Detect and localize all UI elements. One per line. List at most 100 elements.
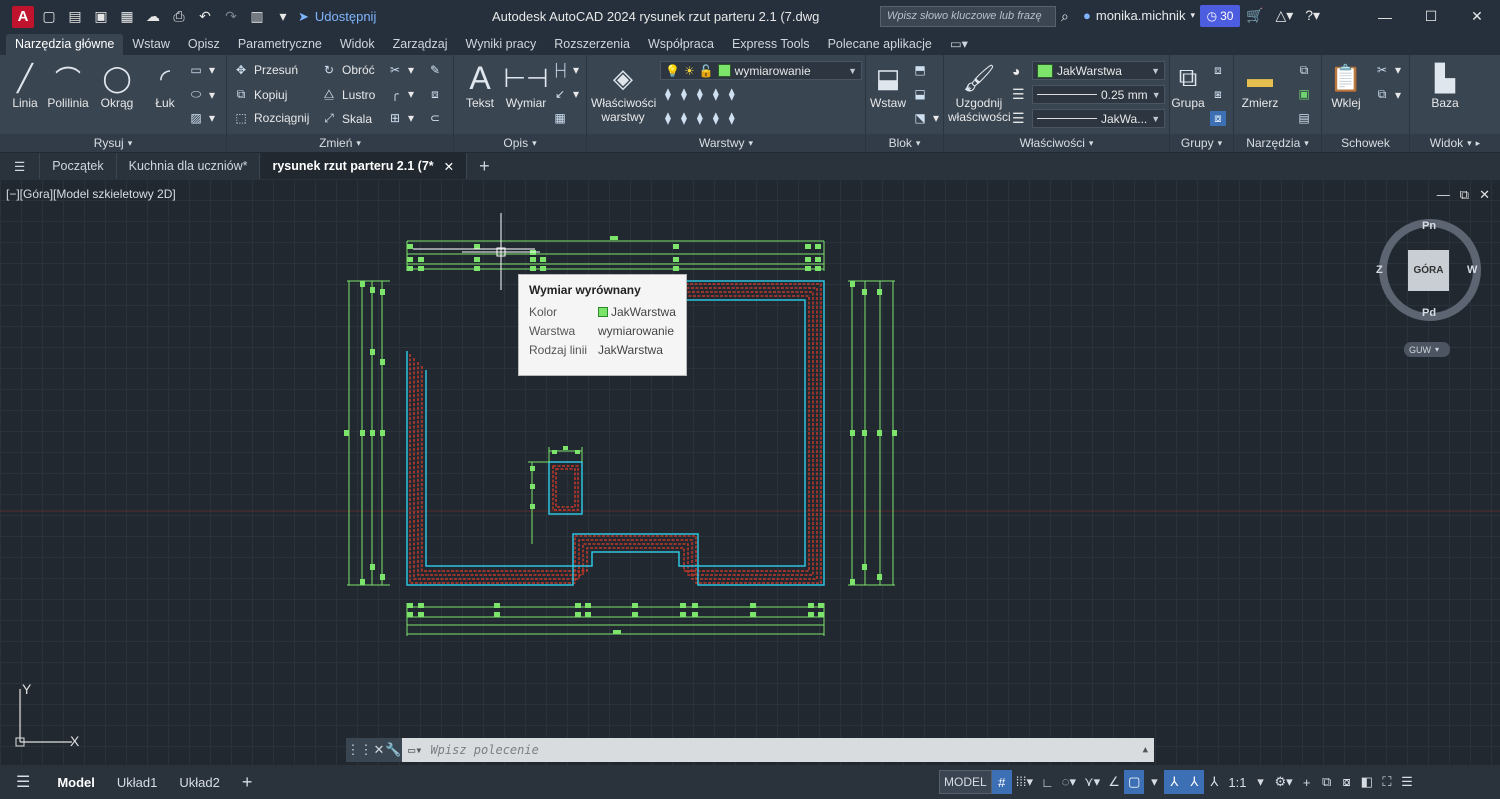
model-space-button[interactable]: MODEL	[939, 770, 992, 794]
new-tab-icon[interactable]: +	[467, 153, 502, 179]
grid-icon[interactable]: #	[991, 770, 1012, 794]
tab-wspolpraca[interactable]: Współpraca	[639, 34, 723, 55]
close-command-icon[interactable]: ✕	[373, 742, 384, 758]
layer-off-icon[interactable]: ⧫	[665, 87, 671, 101]
attribute-button[interactable]: ⬔ ▾	[912, 111, 939, 125]
drawing-canvas[interactable]: [−][Góra][Model szkieletowy 2D] — ⧉ ✕ Wy…	[0, 179, 1500, 765]
lustro-button[interactable]: ⧋ Lustro	[321, 87, 376, 102]
plot-icon[interactable]: ▥	[248, 8, 266, 26]
layer-on-icon[interactable]: ⧫	[665, 111, 671, 125]
layout-menu-icon[interactable]: ☰	[0, 772, 46, 792]
grip-handle-icon[interactable]: ⋮⋮	[346, 742, 372, 758]
doc-tab-rysunek[interactable]: rysunek rzut parteru 2.1 (7* ✕	[260, 153, 468, 179]
doc-tab-start[interactable]: Początek	[40, 153, 117, 179]
customize-wrench-icon[interactable]: 🔧	[385, 742, 401, 758]
uzgodnij-wlasciwosci-button[interactable]: 🖌 Uzgodnij właściwości	[948, 60, 1011, 125]
layer-match-icon[interactable]: ⧫	[729, 87, 735, 101]
share-button[interactable]: ➤ Udostępnij	[298, 9, 376, 25]
print-icon[interactable]: ⎙	[170, 8, 188, 26]
kopiuj-button[interactable]: ⧉ Kopiuj	[233, 87, 288, 102]
linear-dim-button[interactable]: ├┤ ▾	[552, 63, 579, 77]
minimize-button[interactable]: —	[1362, 0, 1408, 33]
close-button[interactable]: ✕	[1454, 0, 1500, 33]
cart-icon[interactable]: 🛒	[1246, 7, 1263, 24]
tab-rozszerzenia[interactable]: Rozszerzenia	[545, 34, 639, 55]
new-file-icon[interactable]: ▢	[40, 8, 58, 26]
panel-title-widok[interactable]: Widok ▾ ▸	[1410, 134, 1500, 152]
skala-button[interactable]: ⤢ Skala	[321, 111, 372, 126]
layout-tab-uklad2[interactable]: Układ2	[168, 775, 230, 790]
layer-unlock-icon[interactable]: ⧫	[713, 111, 719, 125]
undo-icon[interactable]: ↶	[196, 8, 214, 26]
tab-polecane-aplikacje[interactable]: Polecane aplikacje	[819, 34, 941, 55]
luk-button[interactable]: ◜ Łuk	[146, 60, 184, 111]
ucs-menu[interactable]: GUW ▾	[1404, 342, 1450, 357]
add-layout-icon[interactable]: +	[231, 772, 264, 793]
ungroup-button[interactable]: ⧈	[1210, 63, 1226, 78]
annotation-scale-value[interactable]: 1:1	[1224, 770, 1250, 794]
help-search-input[interactable]: Wpisz słowo kluczowe lub frazę	[880, 6, 1056, 27]
ellipse-button[interactable]: ⬭ ▾	[188, 87, 215, 102]
chevron-down-icon[interactable]: ▾	[1250, 770, 1270, 794]
panel-title-rysuj[interactable]: Rysuj ▾	[0, 134, 226, 152]
edit-block-button[interactable]: ⬓	[912, 87, 928, 101]
przesun-button[interactable]: ✥ Przesuń	[233, 63, 298, 77]
close-tab-icon[interactable]: ✕	[444, 159, 454, 174]
tab-wyniki-pracy[interactable]: Wyniki pracy	[457, 34, 546, 55]
isodraft-icon[interactable]: ⋎▾	[1080, 770, 1104, 794]
layer-isolate-icon[interactable]: ⧫	[681, 87, 687, 101]
cut-button[interactable]: ✂ ▾	[1374, 63, 1401, 77]
panel-title-opis[interactable]: Opis ▾	[454, 134, 586, 152]
panel-title-blok[interactable]: Blok ▾	[866, 134, 943, 152]
viewcube[interactable]: GÓRA Pn Pd Z W	[1376, 219, 1481, 321]
annotation-monitor-icon[interactable]: +	[1297, 770, 1317, 794]
layout-tab-model[interactable]: Model	[46, 775, 106, 790]
units-icon[interactable]: ⧉	[1317, 770, 1337, 794]
layer-dropdown[interactable]: 💡 ☀ 🔓 wymiarowanie ▼	[660, 61, 862, 80]
create-block-button[interactable]: ⬒	[912, 63, 928, 77]
layer-current-icon[interactable]: ⧫	[729, 111, 735, 125]
layer-lock-icon[interactable]: ⧫	[713, 87, 719, 101]
compass-north[interactable]: Pn	[1422, 220, 1436, 232]
wklej-button[interactable]: 📋 Wklej	[1326, 60, 1366, 111]
baza-button[interactable]: ▙ Baza	[1422, 60, 1468, 111]
workspace-gear-icon[interactable]: ⚙▾	[1270, 770, 1296, 794]
color-dropdown[interactable]: JakWarstwa ▼	[1032, 61, 1165, 80]
isolate-objects-icon[interactable]: ◧	[1357, 770, 1377, 794]
auto-scale-icon[interactable]: ⅄	[1184, 770, 1205, 794]
fillet-button[interactable]: ╭ ▾	[387, 87, 414, 101]
group-edit-button[interactable]: ⧆	[1210, 87, 1226, 102]
panel-title-narzedzia[interactable]: Narzędzia ▾	[1234, 134, 1321, 152]
array-button[interactable]: ⊞ ▾	[387, 111, 414, 125]
wymiar-button[interactable]: ⊢⊣ Wymiar	[503, 60, 548, 111]
wstaw-button[interactable]: ⬓ Wstaw	[868, 60, 908, 111]
annotation-scale-icon[interactable]: ⅄	[1204, 770, 1224, 794]
quick-properties-icon[interactable]: ⧇	[1337, 770, 1357, 794]
layer-thaw-icon[interactable]: ⧫	[697, 111, 703, 125]
open-folder-icon[interactable]: ▤	[66, 8, 84, 26]
tab-wstaw[interactable]: Wstaw	[123, 34, 179, 55]
annotation-visibility-icon[interactable]: ⅄	[1164, 770, 1185, 794]
tab-zarzadzaj[interactable]: Zarządzaj	[384, 34, 457, 55]
ribbon-toggle-icon[interactable]: ▭▾	[941, 33, 977, 55]
fullscreen-icon[interactable]: ⛶	[1377, 770, 1397, 794]
command-input[interactable]: ▭▾ Wpisz polecenie ▲	[402, 738, 1154, 762]
tab-parametryczne[interactable]: Parametryczne	[229, 34, 331, 55]
leader-button[interactable]: ↙ ▾	[552, 87, 579, 101]
qat-dropdown-icon[interactable]: ▾	[274, 8, 292, 26]
compass-west[interactable]: Z	[1376, 264, 1383, 276]
autodesk-app-icon[interactable]: △▾	[1275, 7, 1293, 24]
trial-badge[interactable]: ◷ 30	[1200, 5, 1240, 27]
tab-widok[interactable]: Widok	[331, 34, 384, 55]
table-button[interactable]: ▦	[552, 111, 568, 125]
rozciagnij-button[interactable]: ⬚ Rozciągnij	[233, 111, 309, 125]
linia-button[interactable]: ╱ Linia	[6, 60, 44, 111]
save-icon[interactable]: ▣	[92, 8, 110, 26]
explode-button[interactable]: ⧈	[427, 87, 443, 102]
copy-clip-button[interactable]: ⧉ ▾	[1374, 87, 1401, 102]
search-icon[interactable]: ⌕	[1061, 8, 1069, 25]
layout-tab-uklad1[interactable]: Układ1	[106, 775, 168, 790]
hamburger-menu-icon[interactable]: ☰	[0, 153, 41, 179]
trim-button[interactable]: ✂ ▾	[387, 63, 414, 77]
tekst-button[interactable]: A Tekst	[460, 60, 500, 111]
